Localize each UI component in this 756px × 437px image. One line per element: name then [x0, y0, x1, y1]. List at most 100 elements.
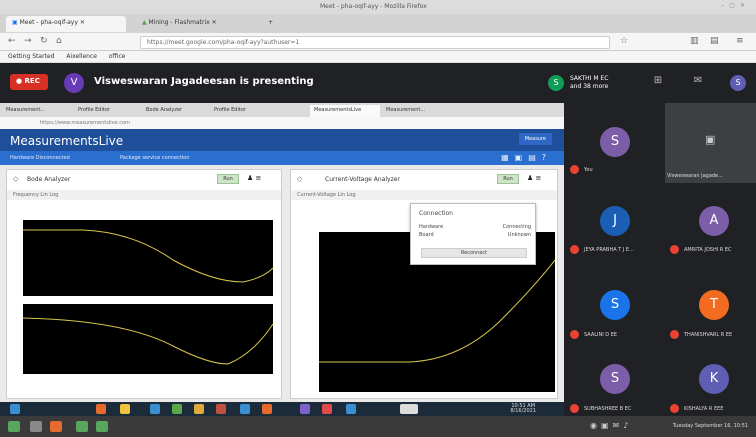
browser-tab-mining[interactable]: ▲ Mining - Flashmatrix ✕ [136, 16, 256, 32]
mic-off-icon [570, 165, 579, 174]
self-name: SAKTHI M EC and 38 more [570, 75, 609, 90]
taskbar-app-icon [194, 404, 204, 414]
os-menu-icon[interactable] [8, 421, 20, 432]
popup-reconnect-button: Reconnect [421, 248, 527, 258]
bookmark-office[interactable]: office [109, 53, 125, 60]
iv-toolbar: Current-Voltage Lin Log [291, 190, 557, 200]
self-avatar: S [548, 75, 564, 91]
os-firefox-icon[interactable] [50, 421, 62, 432]
browser-navbar: ← → ↻ ⌂ https://meet.google.com/pha-oqif… [0, 33, 756, 51]
mic-off-icon [670, 330, 679, 339]
bode-title: Bode Analyzer [27, 176, 71, 183]
bookmark-star-icon[interactable]: ☆ [620, 36, 628, 46]
windows-start-icon [10, 404, 20, 414]
browser-tab-meet[interactable]: ▣ Meet - pha-oqif-ayy ✕ [6, 16, 126, 32]
participant-name: SUBHASHREE B EC [584, 406, 632, 412]
participant-name: AMRITA JOSHI R EC [684, 247, 732, 253]
os-terminal-icon[interactable] [76, 421, 88, 432]
participant-tile[interactable]: S SUBHASHREE B EC [564, 362, 664, 420]
popup-row-hardware: Hardware Connecting [419, 224, 531, 230]
shared-url-bar: https://www.measurementslive.com [0, 117, 564, 129]
bookmark-aixellence[interactable]: Aixellence [66, 53, 97, 60]
home-icon[interactable]: ⌂ [56, 36, 62, 46]
shared-taskbar-clock: 10:51 AM 8/16/2021 [510, 403, 536, 414]
mic-off-icon [570, 330, 579, 339]
package-status: Package service connection [120, 155, 190, 161]
layout-icon[interactable]: ⊞ [650, 75, 666, 91]
taskbar-app-icon [322, 404, 332, 414]
os-taskbar: ◉▣✉♪ Tuesday September 16, 10:51 [0, 416, 756, 437]
shared-tab: Profile Editor [214, 107, 246, 113]
menu-icon[interactable]: ≡ [736, 36, 744, 46]
iv-run-button: Run [497, 174, 519, 184]
back-icon[interactable]: ← [8, 36, 16, 46]
participant-tile[interactable]: T THANISHVARL R EE [664, 286, 756, 344]
participant-tile[interactable]: A AMRITA JOSHI R EC [664, 200, 756, 258]
participant-tile[interactable]: S SAALINI D EE [564, 286, 664, 344]
screen-share-icon: ▣ [705, 133, 716, 146]
presenter-tile[interactable]: ▣ Visweswaran Jagade... [665, 103, 756, 183]
bode-settings-icon: ♟ ≡ [247, 174, 262, 182]
shared-browser-tabs: Measurement... Profile Editor Bode Analy… [0, 103, 564, 117]
taskbar-app-icon [216, 404, 226, 414]
bode-magnitude-plot [23, 220, 274, 296]
participant-name: JEYA PRABHA T J E... [584, 247, 634, 253]
bode-phase-svg [22, 317, 274, 365]
bookmarks-toolbar: Getting Started Aixellence office [0, 51, 756, 63]
bode-magnitude-svg [23, 229, 274, 283]
rec-dot-icon: ● [16, 77, 23, 85]
shared-windows-taskbar: 10:51 AM 8/16/2021 [0, 402, 564, 416]
shared-tab-active: MeasurementsLive [310, 105, 380, 117]
taskbar-app-icon [346, 404, 356, 414]
mic-off-icon [570, 404, 579, 413]
taskbar-app-icon [120, 404, 130, 414]
window-controls[interactable]: –▢✕ [721, 2, 750, 9]
presenter-avatar: V [64, 73, 84, 93]
taskbar-app-icon [300, 404, 310, 414]
participant-avatar: J [600, 206, 630, 236]
participant-avatar: S [600, 290, 630, 320]
sidebar-icon[interactable]: ▤ [710, 36, 719, 46]
iv-settings-icon: ♟ ≡ [527, 174, 542, 182]
participant-tile[interactable]: K KISHALYA R EEE [664, 362, 756, 420]
taskbar-app-icon [262, 404, 272, 414]
account-avatar-icon[interactable]: S [730, 75, 746, 91]
bode-icon: ◇ [13, 175, 19, 183]
participant-avatar: A [699, 206, 729, 236]
shared-tab: Measurement... [6, 107, 46, 113]
hardware-status: Hardware Disconnected [10, 155, 70, 161]
mic-off-icon [670, 245, 679, 254]
app-subbar: Hardware Disconnected Package service co… [0, 151, 564, 165]
new-tab-button[interactable]: + [262, 16, 276, 32]
bode-run-button: Run [217, 174, 239, 184]
participant-tile-you[interactable]: S You [564, 103, 664, 183]
os-files-icon[interactable] [30, 421, 42, 432]
url-bar[interactable]: https://meet.google.com/pha-oqif-ayy?aut… [140, 36, 610, 49]
presenting-banner: Visweswaran Jagadeesan is presenting [94, 76, 314, 87]
chat-icon[interactable]: ✉ [690, 75, 706, 91]
iv-title: Current-Voltage Analyzer [325, 176, 400, 183]
taskbar-app-icon [172, 404, 182, 414]
forward-icon[interactable]: → [24, 36, 32, 46]
library-icon[interactable]: ▥ [690, 36, 699, 46]
reload-icon[interactable]: ↻ [40, 36, 48, 46]
participant-avatar: S [600, 127, 630, 157]
window-title: Meet - pha-oqif-ayy - Mozilla Firefox [320, 3, 427, 10]
shared-tab: Measurement... [386, 107, 426, 113]
os-app-icon[interactable] [96, 421, 108, 432]
bookmark-getting-started[interactable]: Getting Started [8, 53, 54, 60]
participant-name: You [584, 167, 593, 173]
mic-off-icon [570, 245, 579, 254]
rec-badge: ● REC [10, 74, 48, 90]
taskbar-app-icon [150, 404, 160, 414]
participant-tile[interactable]: J JEYA PRABHA T J E... [564, 200, 664, 258]
window-titlebar: Meet - pha-oqif-ayy - Mozilla Firefox –▢… [0, 0, 756, 14]
os-tray-icons[interactable]: ◉▣✉♪ [590, 421, 632, 430]
os-clock: Tuesday September 16, 10:51 [672, 423, 748, 429]
bode-phase-plot [22, 304, 274, 374]
meet-favicon-icon: ▣ [12, 19, 20, 26]
connection-popup: Connection Hardware Connecting Board Unkno… [410, 203, 536, 265]
bode-analyzer-panel: ◇ Bode Analyzer Run ♟ ≡ Frequency Lin Lo… [6, 169, 282, 399]
participant-avatar: T [699, 290, 729, 320]
browser-tab-strip: ▣ Meet - pha-oqif-ayy ✕ ▲ Mining - Flash… [0, 14, 756, 33]
